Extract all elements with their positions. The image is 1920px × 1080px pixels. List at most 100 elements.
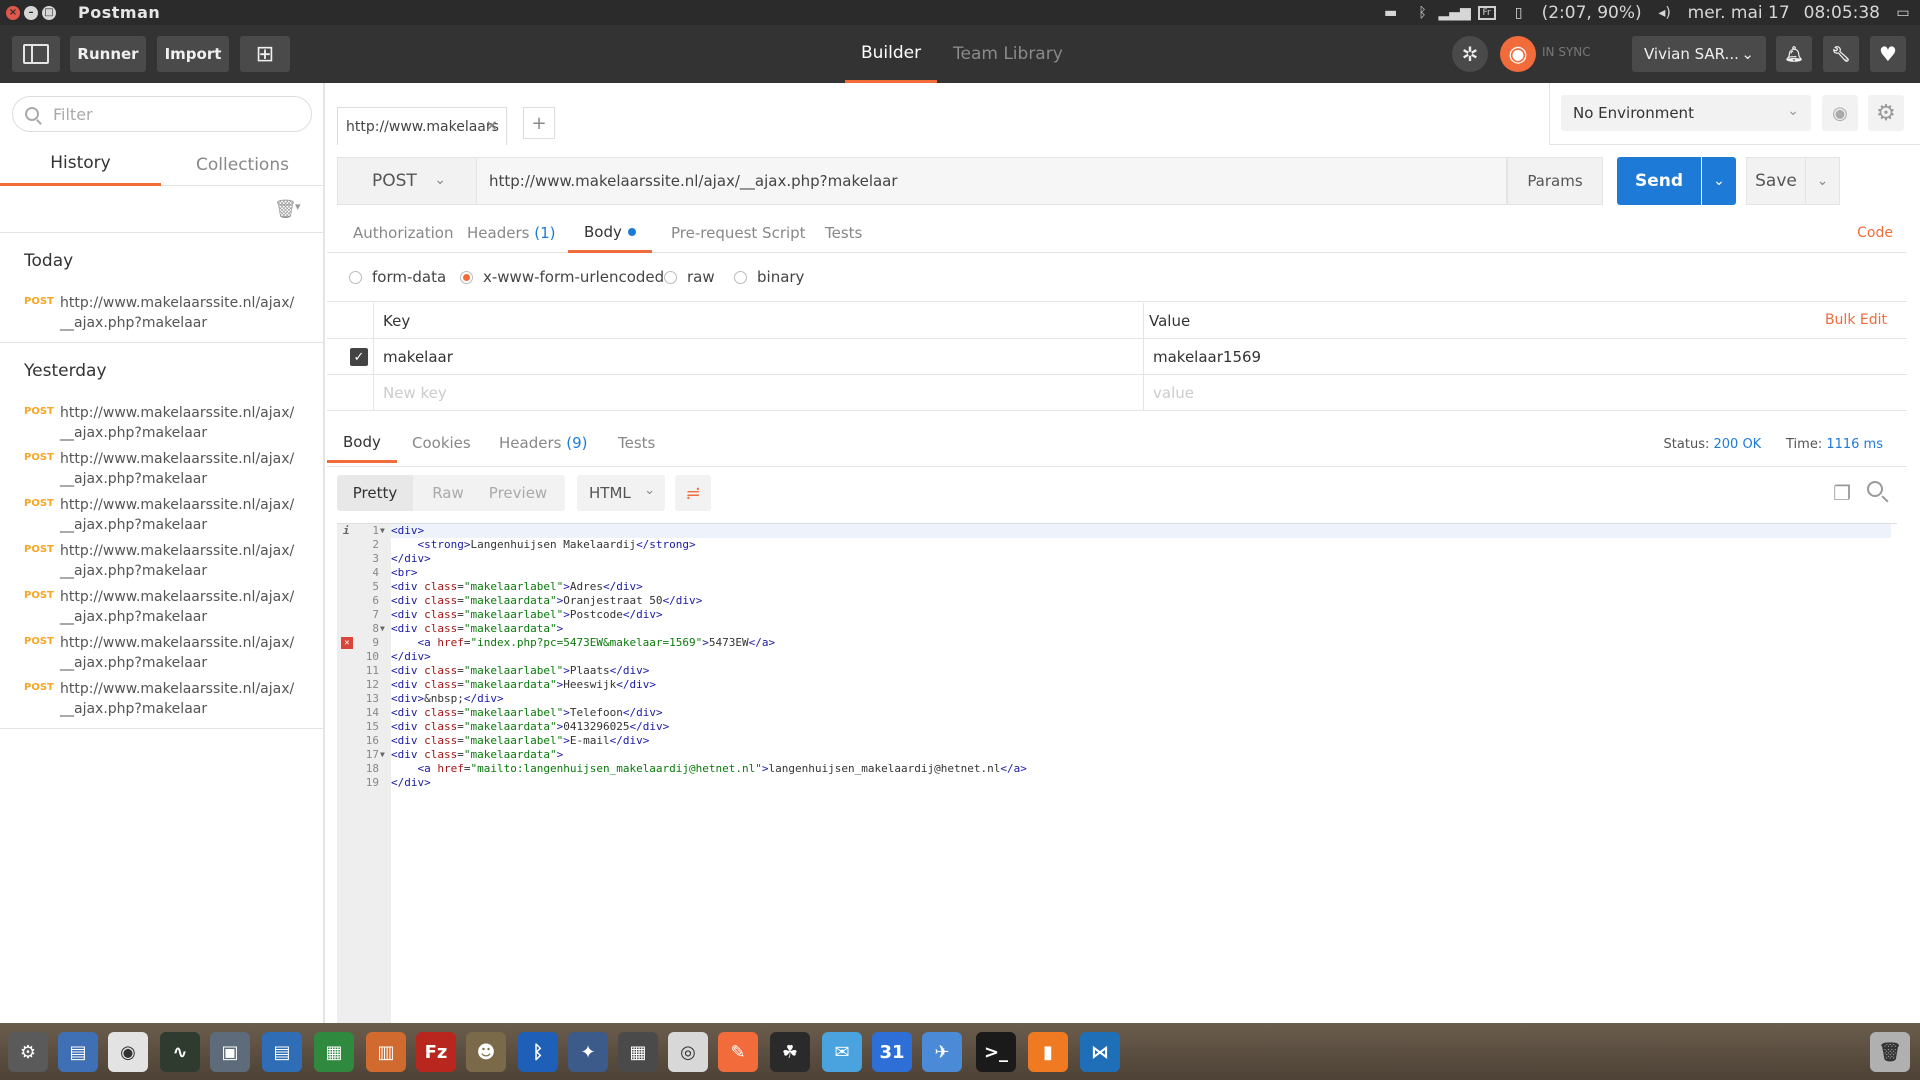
response-tab-tests[interactable]: Tests [618, 423, 655, 463]
list-item[interactable]: POST http://www.makelaarssite.nl/ajax/__a… [0, 633, 323, 679]
copy-icon[interactable]: ❐ [1833, 481, 1851, 505]
response-tab-cookies[interactable]: Cookies [412, 423, 471, 463]
bluetooth-icon[interactable]: ᛒ [1414, 5, 1432, 21]
list-item[interactable]: POST http://www.makelaarssite.nl/ajax/__a… [0, 293, 323, 339]
fold-arrow-icon[interactable]: ▼ [380, 622, 385, 636]
new-key-input[interactable]: New key [383, 384, 447, 402]
monitor-icon[interactable]: ∿ [160, 1032, 200, 1072]
add-tab-button[interactable]: + [523, 107, 555, 139]
import-button[interactable]: Import [157, 36, 229, 72]
list-item[interactable]: POST http://www.makelaarssite.nl/ajax/__a… [0, 495, 323, 541]
volume-icon[interactable]: ◂) [1656, 5, 1674, 21]
tab-team-library[interactable]: Team Library [953, 25, 1063, 83]
files-icon[interactable]: ▤ [58, 1032, 98, 1072]
filezilla-icon[interactable]: Fz [416, 1032, 456, 1072]
search-response-button[interactable] [1867, 481, 1889, 503]
url-input[interactable]: http://www.makelaarssite.nl/ajax/__ajax.… [477, 157, 1507, 205]
minimize-window-icon[interactable]: – [24, 5, 38, 20]
tab-headers[interactable]: Headers (1) [467, 213, 555, 253]
new-value-input[interactable]: value [1153, 384, 1194, 402]
maximize-window-icon[interactable]: □ [42, 5, 56, 20]
tab-authorization[interactable]: Authorization [353, 213, 453, 253]
battery-icon[interactable]: ▯ [1510, 5, 1528, 21]
vscode-icon[interactable]: ⋈ [1080, 1032, 1120, 1072]
calc-icon[interactable]: ▦ [314, 1032, 354, 1072]
date-display[interactable]: mer. mai 17 [1688, 3, 1790, 23]
postman-icon[interactable]: ✎ [718, 1032, 758, 1072]
params-button[interactable]: Params [1507, 157, 1603, 205]
save-dropdown-button[interactable]: ⌄ [1806, 157, 1840, 205]
list-item[interactable]: POST http://www.makelaarssite.nl/ajax/__a… [0, 403, 323, 449]
notes-icon[interactable]: ▮ [1028, 1032, 1068, 1072]
environment-select[interactable]: No Environment ⌄ [1561, 95, 1811, 131]
gimp-icon[interactable]: ☻ [466, 1032, 506, 1072]
trash-icon[interactable]: 🗑︎ [1870, 1032, 1910, 1072]
manage-environments-button[interactable]: ⚙ [1868, 95, 1904, 131]
bulk-edit-link[interactable]: Bulk Edit [1825, 312, 1887, 328]
bluetooth-icon[interactable]: ᛒ [518, 1032, 558, 1072]
sidebar-toggle-button[interactable] [12, 36, 60, 72]
close-window-icon[interactable]: × [6, 5, 20, 20]
keyboard-layout-icon[interactable]: Fr [1477, 5, 1496, 20]
impress-icon[interactable]: ▥ [366, 1032, 406, 1072]
view-pretty-button[interactable]: Pretty [337, 475, 413, 511]
response-code-editor[interactable]: 1 ▼ i <div> 2 <strong>Langenhuijsen Makelaar… [337, 523, 1897, 1024]
checkbox-checked-icon[interactable]: ✓ [350, 348, 368, 366]
format-select[interactable]: HTML ⌄ [577, 475, 665, 511]
wrap-lines-button[interactable]: ≓ [675, 475, 711, 511]
filter-input[interactable]: Filter [12, 96, 312, 132]
radio-form-data[interactable]: form-data [349, 268, 446, 286]
view-raw-button[interactable]: Raw [413, 475, 483, 511]
interceptor-icon[interactable]: ✲ [1452, 36, 1488, 72]
settings-icon[interactable]: ⚙ [8, 1032, 48, 1072]
chevron-down-icon[interactable]: ▾ [295, 200, 301, 213]
notifications-button[interactable]: 🔔︎ [1776, 36, 1812, 72]
list-item[interactable]: POST http://www.makelaarssite.nl/ajax/__a… [0, 679, 323, 725]
close-icon[interactable]: ✕ [485, 117, 498, 135]
writer-icon[interactable]: ▤ [262, 1032, 302, 1072]
method-select[interactable]: POST ⌄ [337, 157, 477, 205]
screenshot-icon[interactable]: ▣ [210, 1032, 250, 1072]
new-window-button[interactable]: ⊞ [240, 36, 290, 72]
response-tab-body[interactable]: Body [327, 423, 397, 463]
tab-history[interactable]: History [0, 143, 161, 186]
settings-button[interactable]: 🔧︎ [1823, 36, 1859, 72]
sync-icon[interactable]: ◉ [1500, 36, 1536, 72]
tab-pre-request-script[interactable]: Pre-request Script [671, 213, 806, 253]
terminal-icon[interactable]: >_ [976, 1032, 1016, 1072]
battery-status[interactable]: (2:07, 90%) [1542, 3, 1642, 23]
view-preview-button[interactable]: Preview [483, 475, 553, 511]
fold-arrow-icon[interactable]: ▼ [380, 748, 385, 762]
time-display[interactable]: 08:05:38 [1804, 3, 1880, 23]
user-menu-button[interactable]: Vivian SAR... ⌄ [1632, 36, 1766, 72]
list-item[interactable]: POST http://www.makelaarssite.nl/ajax/__a… [0, 587, 323, 633]
disk-icon[interactable]: ◎ [668, 1032, 708, 1072]
inkscape-icon[interactable]: ☘ [770, 1032, 810, 1072]
environment-quick-look-button[interactable]: ◉ [1822, 95, 1858, 131]
key-input[interactable]: makelaar [383, 348, 453, 366]
sweeper-icon[interactable]: ✦ [568, 1032, 608, 1072]
tab-collections[interactable]: Collections [162, 143, 323, 186]
thunderbird-icon[interactable]: ✈ [922, 1032, 962, 1072]
list-item[interactable]: POST http://www.makelaarssite.nl/ajax/__a… [0, 449, 323, 495]
drive-icon[interactable]: ▬ [1382, 5, 1400, 21]
signal-icon[interactable]: ▂▄▆ [1438, 5, 1470, 21]
mail-icon[interactable]: ✉ [822, 1032, 862, 1072]
list-item[interactable]: POST http://www.makelaarssite.nl/ajax/__a… [0, 541, 323, 587]
response-tab-headers[interactable]: Headers (9) [499, 423, 587, 463]
send-button[interactable]: Send [1617, 157, 1701, 205]
runner-button[interactable]: Runner [70, 36, 146, 72]
code-link[interactable]: Code [1857, 225, 1893, 241]
chrome-icon[interactable]: ◉ [108, 1032, 148, 1072]
heart-button[interactable]: ♥ [1870, 36, 1906, 72]
value-input[interactable]: makelaar1569 [1153, 348, 1261, 366]
trash-icon[interactable]: 🗑︎ [274, 199, 297, 220]
tab-tests[interactable]: Tests [825, 213, 862, 253]
radio-x-www-form-urlencoded[interactable]: x-www-form-urlencoded [460, 268, 664, 286]
request-tab[interactable]: http://www.makelaars ✕ [337, 107, 507, 145]
fold-arrow-icon[interactable]: ▼ [380, 524, 385, 538]
calendar-icon[interactable]: 31 [872, 1032, 912, 1072]
workspace-icon[interactable]: ▦ [618, 1032, 658, 1072]
tab-body[interactable]: Body [568, 213, 652, 253]
send-dropdown-button[interactable]: ⌄ [1702, 157, 1736, 205]
